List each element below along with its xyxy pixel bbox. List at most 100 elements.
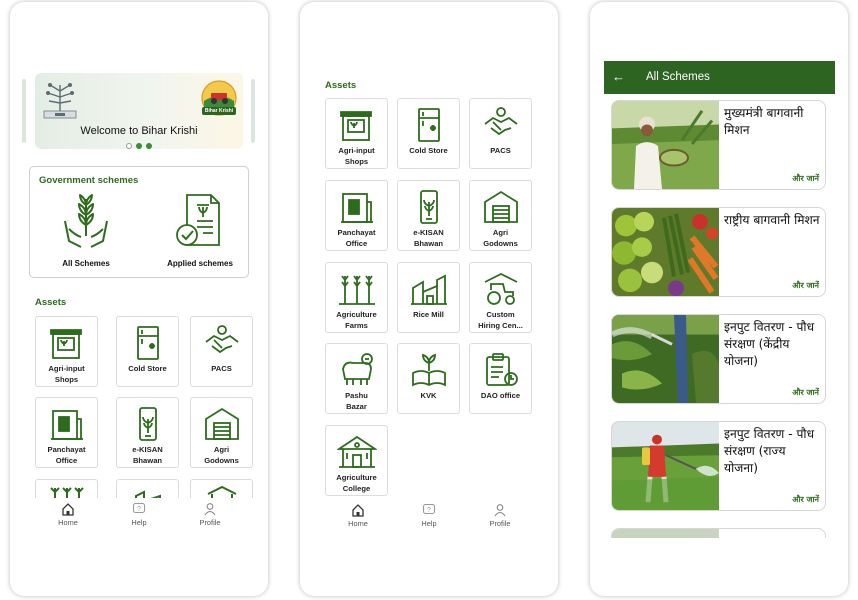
asset-tile-custom-hiring-cen[interactable]: Custom Hiring Cen...: [469, 262, 532, 333]
nav-home-label: Home: [58, 518, 78, 527]
asset-tile-label: PACS: [490, 146, 511, 155]
home-icon: [352, 504, 364, 517]
mobile-plant-icon: [138, 407, 157, 441]
warehouse-icon: [483, 190, 518, 223]
book-plant-icon: [411, 353, 446, 387]
logo-text: Bihar Krishi: [204, 108, 234, 114]
asset-tile-panchayat-office[interactable]: Panchayat Office: [35, 397, 98, 468]
scheme-image-vegetables: [612, 208, 719, 296]
nav-help[interactable]: ? Help: [109, 502, 169, 527]
carousel-dot[interactable]: [146, 143, 152, 149]
profile-icon: [494, 504, 506, 517]
scheme-card[interactable]: इनपुट वितरण - पौध संरक्षण (केंद्रीय योजन…: [611, 314, 826, 404]
asset-tile-agriculture-farms[interactable]: Agriculture Farms: [325, 262, 388, 333]
bihar-emblem-icon: [43, 83, 77, 119]
bottom-navigation: Home ? Help Profile: [300, 499, 558, 539]
phone-assets-screen: Assets Agri-input Shops Cold Store PACS Pan…: [300, 2, 558, 596]
asset-tile-label: DAO office: [480, 391, 521, 400]
applied-schemes-label: Applied schemes: [167, 259, 233, 268]
section-title-assets: Assets: [35, 297, 67, 308]
nav-help-label: Help: [131, 518, 147, 527]
asset-tile-label: Agriculture Farms: [336, 310, 377, 330]
mobile-plant-icon: [419, 190, 438, 224]
scheme-title: इनपुट वितरण - पौध संरक्षण (राज्य योजना): [724, 427, 815, 475]
asset-tile-cold-store[interactable]: Cold Store: [116, 316, 179, 387]
back-arrow-icon[interactable]: ←: [612, 69, 625, 84]
banner-title: Welcome to Bihar Krishi: [80, 125, 198, 137]
carousel-prev-peek: [22, 79, 26, 143]
scheme-card[interactable]: इनपुट वितरण - पौध संरक्षण (राज्य योजना) …: [611, 421, 826, 511]
svg-text:?: ?: [427, 507, 431, 514]
asset-tile-label: e-KISAN Bhawan: [132, 445, 163, 465]
carousel-dot[interactable]: [126, 143, 132, 149]
warehouse-icon: [204, 407, 239, 440]
carousel-dots: [10, 143, 268, 149]
asset-tile-e-kisan-bhawan[interactable]: e-KISAN Bhawan: [116, 397, 179, 468]
asset-tile-panchayat-office[interactable]: Panchayat Office: [325, 180, 388, 251]
asset-tile-label: Agri-input Shops: [48, 364, 85, 384]
asset-tile-agri-godowns[interactable]: Agri Godowns: [469, 180, 532, 251]
learn-more-link[interactable]: और जानें: [792, 280, 819, 291]
asset-tile-kvk[interactable]: KVK: [397, 343, 460, 414]
asset-tile-agri-input-shops[interactable]: Agri-input Shops: [35, 316, 98, 387]
app-bar: ← All Schemes: [604, 61, 835, 94]
nav-profile-label: Profile: [199, 518, 221, 527]
phone-all-schemes-screen: ← All Schemes मुख्यमंत्री बागवानी मिशन औ…: [590, 2, 848, 596]
clipboard-icon: [485, 353, 518, 386]
profile-icon: [204, 503, 216, 516]
scheme-title: इनपुट वितरण - पौध संरक्षण (केंद्रीय योजन…: [724, 320, 815, 368]
scheme-title: राष्ट्रीय बागवानी मिशन: [724, 213, 820, 227]
bottom-navigation: Home ? Help Profile: [10, 498, 268, 538]
applied-schemes-button[interactable]: Applied schemes: [158, 191, 242, 268]
asset-tile-label: Panchayat Office: [337, 228, 376, 248]
bihar-krishi-logo: Bihar Krishi: [198, 79, 240, 121]
carousel-dot[interactable]: [136, 143, 142, 149]
scheme-card-partial[interactable]: [611, 528, 826, 538]
scheme-image-partial: [612, 529, 719, 538]
nav-profile[interactable]: Profile: [180, 502, 240, 527]
shop-icon: [49, 329, 82, 359]
asset-tile-label: Agriculture College: [336, 473, 377, 493]
home-icon: [62, 503, 74, 516]
asset-tile-e-kisan-bhawan[interactable]: e-KISAN Bhawan: [397, 180, 460, 251]
asset-tile-pashu-bazar[interactable]: Pashu Bazar: [325, 343, 388, 414]
scheme-card[interactable]: मुख्यमंत्री बागवानी मिशन और जानें: [611, 100, 826, 190]
mill-icon: [410, 274, 447, 305]
scheme-image-farmer-spraying: [612, 422, 719, 510]
nav-profile[interactable]: Profile: [470, 503, 530, 528]
asset-tile-label: Agri-input Shops: [338, 146, 375, 166]
help-icon: ?: [132, 502, 146, 514]
asset-tile-label: Cold Store: [409, 146, 448, 155]
nav-home[interactable]: Home: [38, 502, 98, 527]
fridge-icon: [136, 326, 159, 360]
hands-wheat-icon: [64, 194, 108, 248]
building-icon: [50, 410, 83, 440]
learn-more-link[interactable]: और जानें: [792, 387, 819, 398]
scheme-card[interactable]: राष्ट्रीय बागवानी मिशन और जानें: [611, 207, 826, 297]
asset-tile-pacs[interactable]: PACS: [469, 98, 532, 169]
learn-more-link[interactable]: और जानें: [792, 494, 819, 505]
fridge-icon: [417, 108, 440, 142]
nav-home[interactable]: Home: [328, 503, 388, 528]
asset-tile-agri-input-shops[interactable]: Agri-input Shops: [325, 98, 388, 169]
carousel-next-peek: [251, 79, 255, 143]
learn-more-link[interactable]: और जानें: [792, 173, 819, 184]
nav-help[interactable]: ? Help: [399, 503, 459, 528]
asset-tile-dao-office[interactable]: DAO office: [469, 343, 532, 414]
welcome-banner[interactable]: Bihar Krishi Welcome to Bihar Krishi: [35, 73, 243, 149]
asset-tile-agriculture-college[interactable]: Agriculture College: [325, 425, 388, 496]
shop-icon: [339, 111, 372, 141]
svg-text:?: ?: [137, 506, 141, 513]
asset-tile-pacs[interactable]: PACS: [190, 316, 253, 387]
asset-tile-cold-store[interactable]: Cold Store: [397, 98, 460, 169]
scheme-image-crop-spraying: [612, 315, 719, 403]
phone-home-screen: Bihar Krishi Welcome to Bihar Krishi Gov…: [10, 2, 268, 596]
asset-tile-label: Panchayat Office: [47, 445, 86, 465]
asset-tile-agri-godowns[interactable]: Agri Godowns: [190, 397, 253, 468]
all-schemes-button[interactable]: All Schemes: [44, 191, 128, 268]
asset-tile-label: PACS: [211, 364, 232, 373]
asset-tile-rice-mill[interactable]: Rice Mill: [397, 262, 460, 333]
asset-tile-label: KVK: [420, 391, 437, 400]
section-title-government-schemes: Government schemes: [39, 175, 139, 186]
asset-tile-label: Agri Godowns: [483, 228, 518, 248]
